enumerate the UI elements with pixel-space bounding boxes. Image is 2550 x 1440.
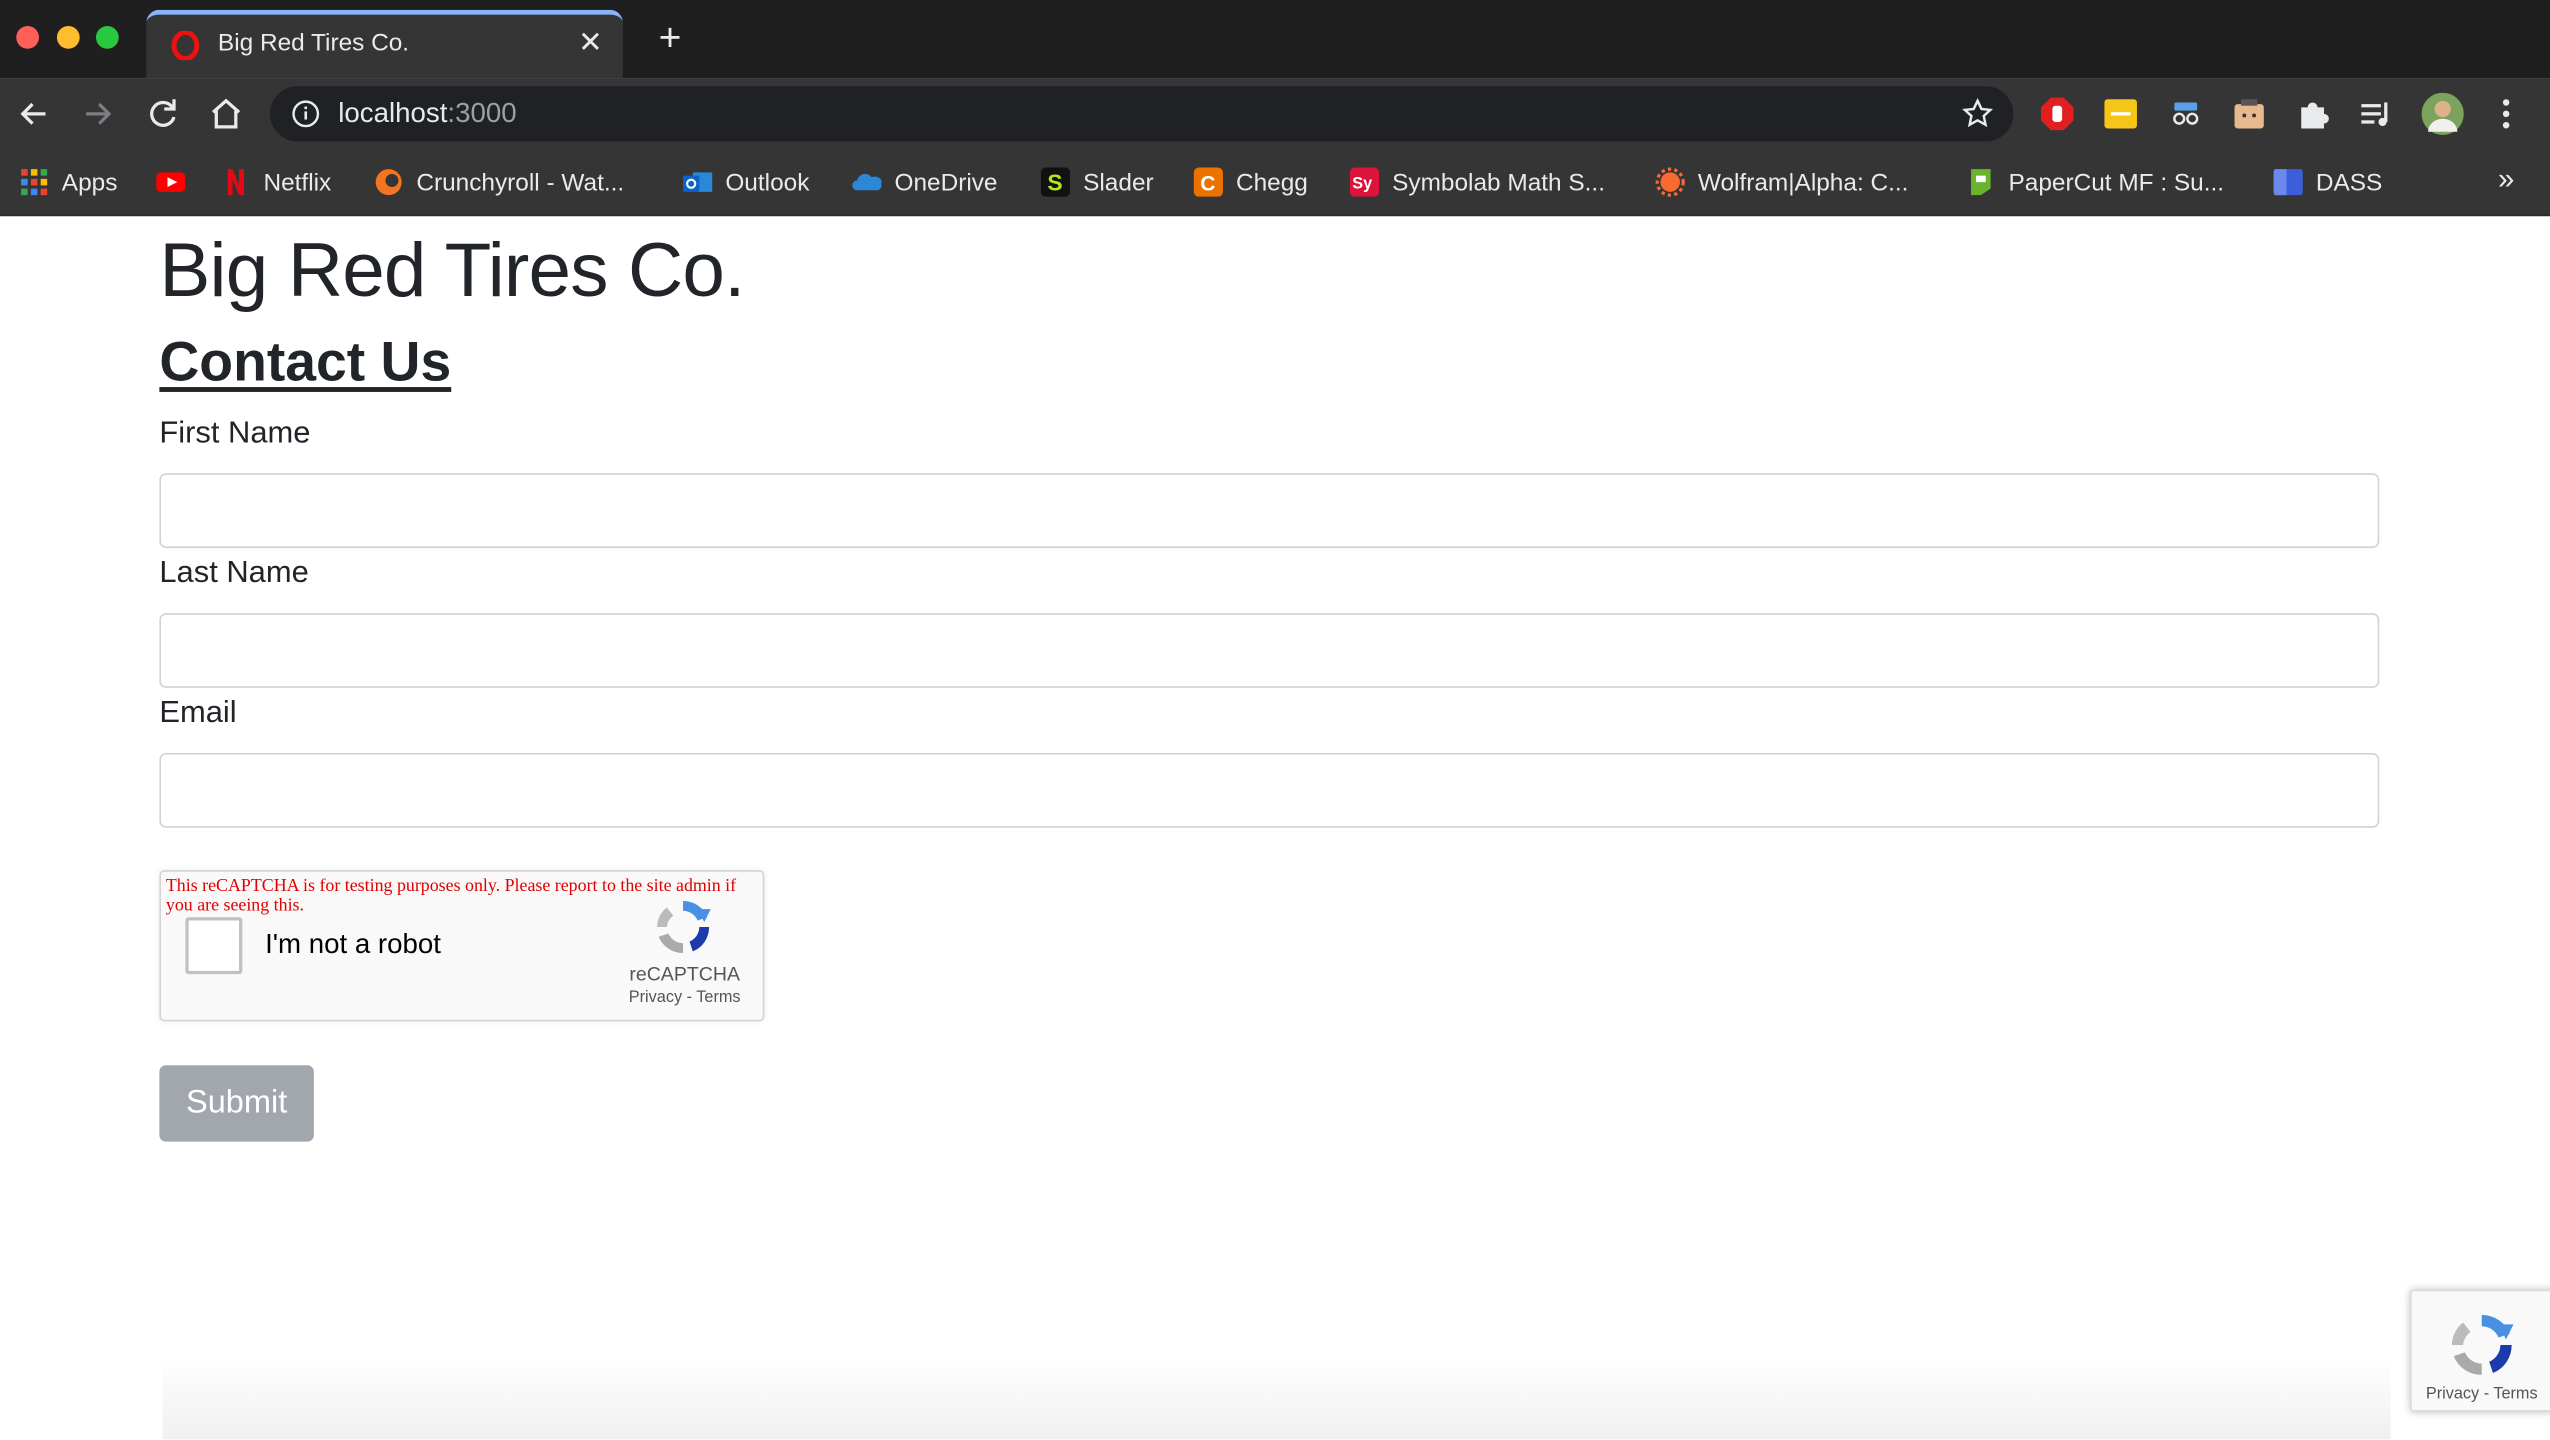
netflix-icon [227, 169, 244, 196]
first-name-field[interactable] [159, 473, 2380, 549]
bookmark-papercut[interactable]: PaperCut MF : Su... [1966, 164, 2224, 200]
submit-button[interactable]: Submit [159, 1065, 314, 1142]
recaptcha-privacy-terms-link[interactable]: Privacy - Terms [620, 989, 750, 1007]
last-name-label: Last Name [159, 556, 309, 591]
bag-extension-icon[interactable] [2231, 96, 2267, 132]
bookmark-label: Apps [61, 168, 118, 196]
plus-icon[interactable]: + [651, 19, 690, 59]
apps-grid-icon [21, 169, 48, 196]
puzzle-extensions-icon[interactable] [2295, 96, 2331, 132]
url-text: localhost:3000 [338, 98, 516, 131]
bookmark-label: PaperCut MF : Su... [2008, 168, 2225, 196]
bookmark-label: Chegg [1235, 168, 1308, 196]
info-icon[interactable] [291, 99, 320, 128]
url-host: localhost [338, 97, 448, 129]
last-name-field[interactable] [159, 613, 2380, 688]
bookmark-label: Wolfram|Alpha: C... [1697, 168, 1909, 196]
page-content: Big Red Tires Co. Contact Us First Name … [0, 216, 2550, 1440]
bookmark-label: Crunchyroll - Wat... [416, 168, 625, 196]
bookmark-outlook[interactable]: Outlook [683, 164, 809, 200]
recaptcha-logo-icon [2451, 1315, 2514, 1375]
outlook-icon [683, 172, 713, 192]
email-label: Email [159, 696, 237, 731]
tab-active[interactable]: Big Red Tires Co. ✕ [146, 9, 623, 79]
bookmarks-bar: Apps Netflix Crunchyroll - Wat... Outloo… [0, 147, 2550, 217]
adblock-extension-icon[interactable] [2039, 96, 2075, 132]
recaptcha-widget: This reCAPTCHA is for testing purposes o… [159, 870, 765, 1022]
first-name-label: First Name [159, 416, 311, 451]
bookmark-dass[interactable]: DASS [2273, 164, 2383, 200]
bookmark-crunchyroll[interactable]: Crunchyroll - Wat... [374, 164, 624, 200]
bookmark-label: OneDrive [894, 168, 998, 196]
bottom-fade [162, 1354, 2391, 1440]
chegg-icon: C [1193, 167, 1223, 197]
recaptcha-badge[interactable]: Privacy - Terms [2410, 1289, 2550, 1412]
bookmark-slader[interactable]: S Slader [1040, 164, 1154, 200]
window-zoom-button[interactable] [95, 26, 119, 49]
note-extension-icon[interactable] [2103, 96, 2139, 132]
svg-text:Sy: Sy [1352, 175, 1372, 193]
bookmark-label: DASS [2315, 168, 2383, 196]
bookmark-chegg[interactable]: C Chegg [1193, 164, 1308, 200]
recaptcha-label: I'm not a robot [265, 928, 441, 960]
reload-icon[interactable] [143, 94, 182, 133]
recaptcha-checkbox[interactable] [185, 917, 243, 975]
bookmark-label: Netflix [263, 168, 332, 196]
papercut-icon [1971, 169, 1991, 196]
wolfram-icon [1655, 167, 1685, 197]
bookmark-label: Slader [1083, 168, 1154, 196]
home-icon[interactable] [207, 94, 246, 133]
svg-text:S: S [1047, 169, 1062, 195]
page-title: Contact Us [159, 331, 452, 394]
back-arrow-icon[interactable] [15, 94, 54, 133]
profile-avatar[interactable] [2421, 92, 2464, 135]
recaptcha-brand: reCAPTCHA [629, 962, 740, 986]
star-icon[interactable] [1961, 98, 1994, 131]
browser-toolbar: localhost:3000 [0, 78, 2550, 148]
forward-arrow-icon[interactable] [78, 94, 117, 133]
bookmark-label: Outlook [725, 168, 810, 196]
crunchyroll-icon [375, 169, 402, 196]
bookmark-youtube[interactable] [156, 164, 198, 200]
symbolab-icon: Sy [1349, 167, 1380, 197]
bookmark-wolfram[interactable]: Wolfram|Alpha: C... [1655, 164, 1909, 200]
bookmark-netflix[interactable]: Netflix [221, 164, 331, 200]
address-bar[interactable]: localhost:3000 [269, 86, 2014, 142]
url-port: :3000 [447, 97, 517, 129]
bookmark-label: Symbolab Math S... [1392, 168, 1606, 196]
recaptcha-logo-icon [657, 900, 711, 954]
badge-privacy-terms-link[interactable]: Privacy - Terms [2412, 1386, 2550, 1404]
window-minimize-button[interactable] [56, 26, 80, 49]
bookmark-onedrive[interactable]: OneDrive [852, 164, 998, 200]
onedrive-icon [852, 173, 882, 191]
incognito-extension-icon[interactable] [2168, 96, 2204, 132]
svg-text:C: C [1200, 172, 1215, 195]
email-field[interactable] [159, 752, 2380, 828]
dass-icon [2273, 169, 2303, 196]
kebab-menu-icon[interactable] [2488, 96, 2524, 132]
bookmark-symbolab[interactable]: Sy Symbolab Math S... [1349, 164, 1606, 200]
tab-strip: Big Red Tires Co. ✕ + [0, 0, 2550, 79]
youtube-icon [156, 172, 186, 192]
tab-title: Big Red Tires Co. [217, 29, 410, 57]
opera-favicon-icon [171, 30, 200, 61]
site-title: Big Red Tires Co. [159, 226, 745, 313]
close-icon[interactable]: ✕ [574, 26, 607, 59]
chevron-double-right-icon[interactable]: » [2498, 163, 2514, 197]
slader-icon: S [1040, 167, 1071, 197]
bookmark-apps[interactable]: Apps [20, 164, 118, 200]
media-queue-icon[interactable] [2358, 96, 2394, 132]
window-close-button[interactable] [16, 26, 40, 49]
